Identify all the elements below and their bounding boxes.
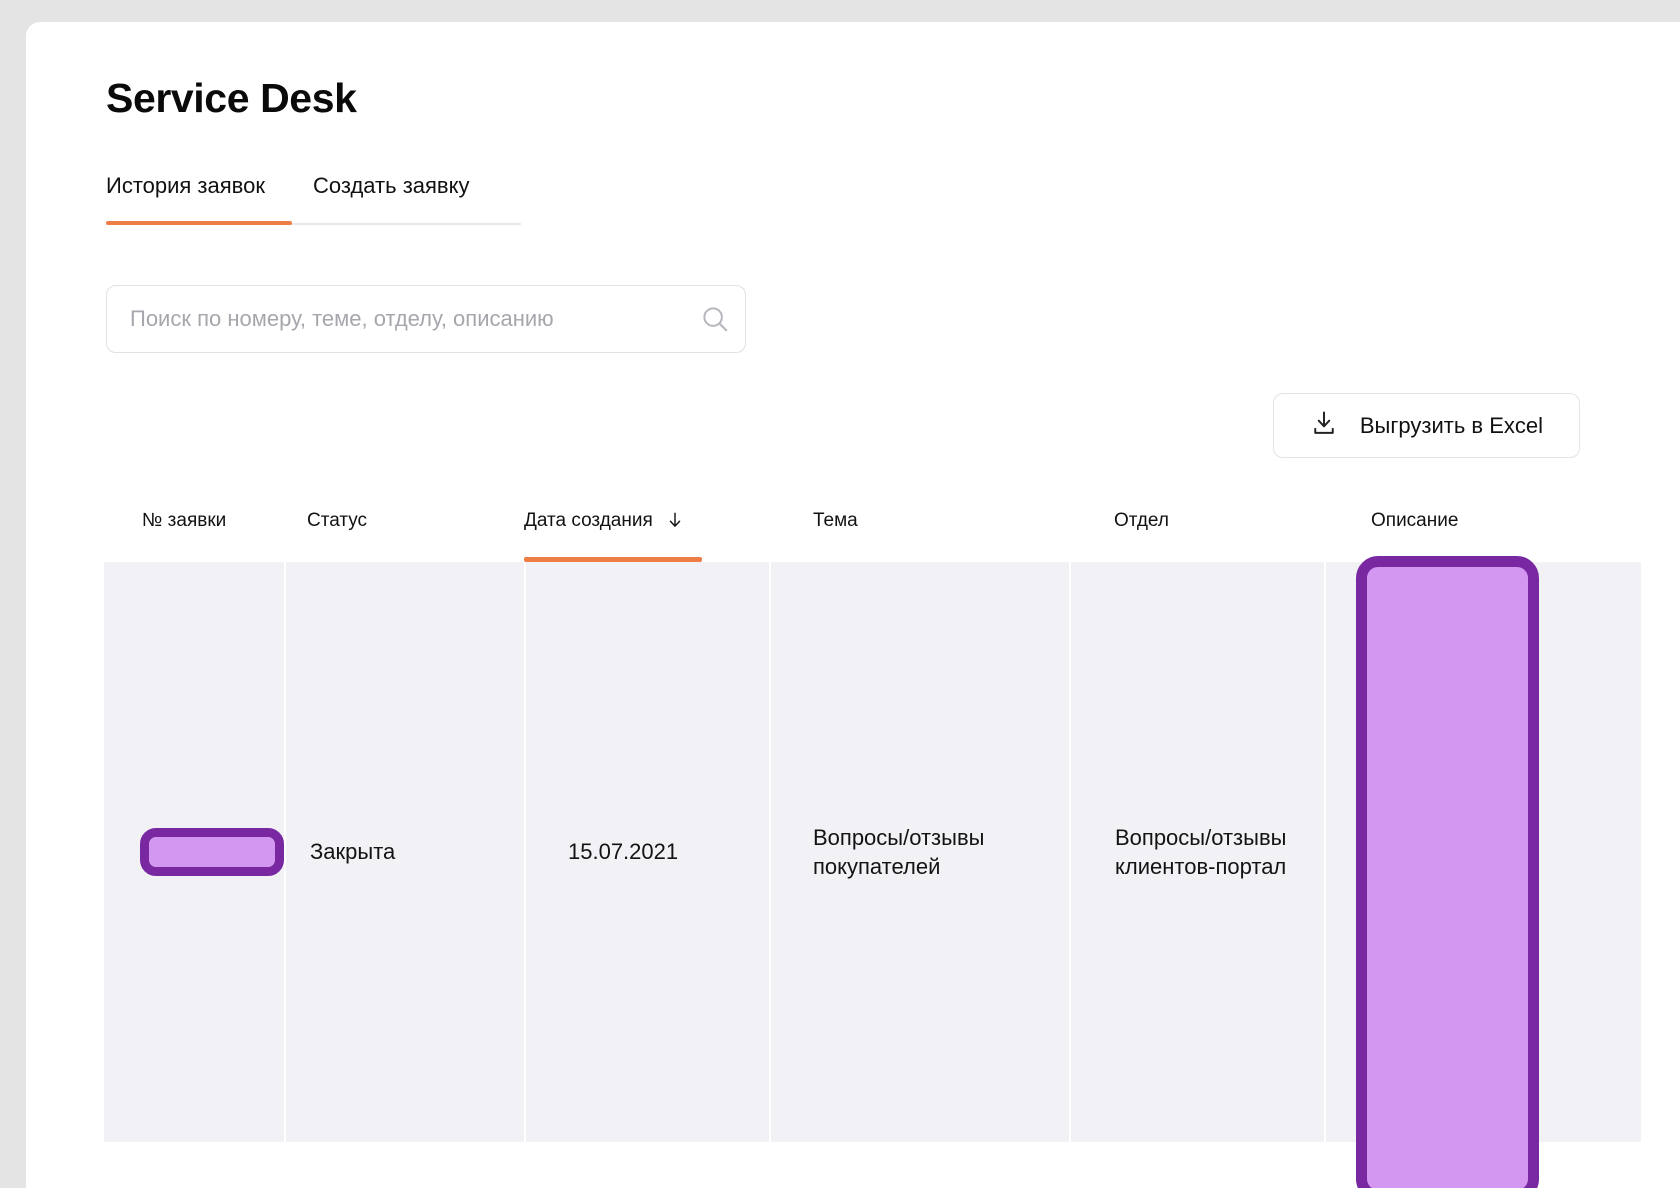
column-header-department-label: Отдел	[1114, 510, 1169, 531]
column-header-number[interactable]: № заявки	[104, 494, 284, 562]
column-header-department[interactable]: Отдел	[1069, 494, 1324, 562]
cell-created-date: 15.07.2021	[524, 562, 769, 1142]
cell-request-number	[104, 562, 284, 1142]
table-header-row: № заявки Статус Дата создания Тема Отдел…	[104, 494, 1641, 562]
export-to-excel-button[interactable]: Выгрузить в Excel	[1272, 393, 1580, 458]
search-icon[interactable]	[685, 304, 745, 334]
cell-department: Вопросы/отзывы клиентов-портал	[1069, 562, 1324, 1142]
column-header-created-date-label: Дата создания	[524, 510, 653, 531]
column-header-topic[interactable]: Тема	[769, 494, 1069, 562]
search-input[interactable]	[107, 306, 685, 332]
redaction-box-request-number	[140, 828, 284, 876]
column-header-status-label: Статус	[307, 510, 368, 531]
tab-create-request[interactable]: Создать заявку	[313, 173, 470, 225]
cell-topic: Вопросы/отзывы покупателей	[769, 562, 1069, 1142]
arrow-down-icon	[665, 510, 685, 536]
column-header-description-label: Описание	[1371, 510, 1459, 531]
redaction-box-description	[1356, 556, 1539, 1188]
column-header-status[interactable]: Статус	[284, 494, 524, 562]
column-header-created-date[interactable]: Дата создания	[524, 494, 769, 562]
tab-request-history[interactable]: История заявок	[106, 173, 265, 225]
column-header-topic-label: Тема	[813, 510, 858, 531]
cell-status: Закрыта	[284, 562, 524, 1142]
page-title: Service Desk	[106, 75, 357, 121]
export-to-excel-label: Выгрузить в Excel	[1359, 412, 1543, 438]
column-header-number-label: № заявки	[142, 510, 227, 531]
tab-bar: История заявок Создать заявку	[106, 173, 521, 225]
page-card: Service Desk История заявок Создать заяв…	[26, 22, 1680, 1188]
search-box[interactable]	[106, 285, 746, 353]
download-icon	[1310, 409, 1338, 443]
tab-active-indicator	[106, 221, 292, 225]
column-header-description[interactable]: Описание	[1324, 494, 1641, 562]
toolbar: Выгрузить в Excel	[106, 393, 1626, 458]
